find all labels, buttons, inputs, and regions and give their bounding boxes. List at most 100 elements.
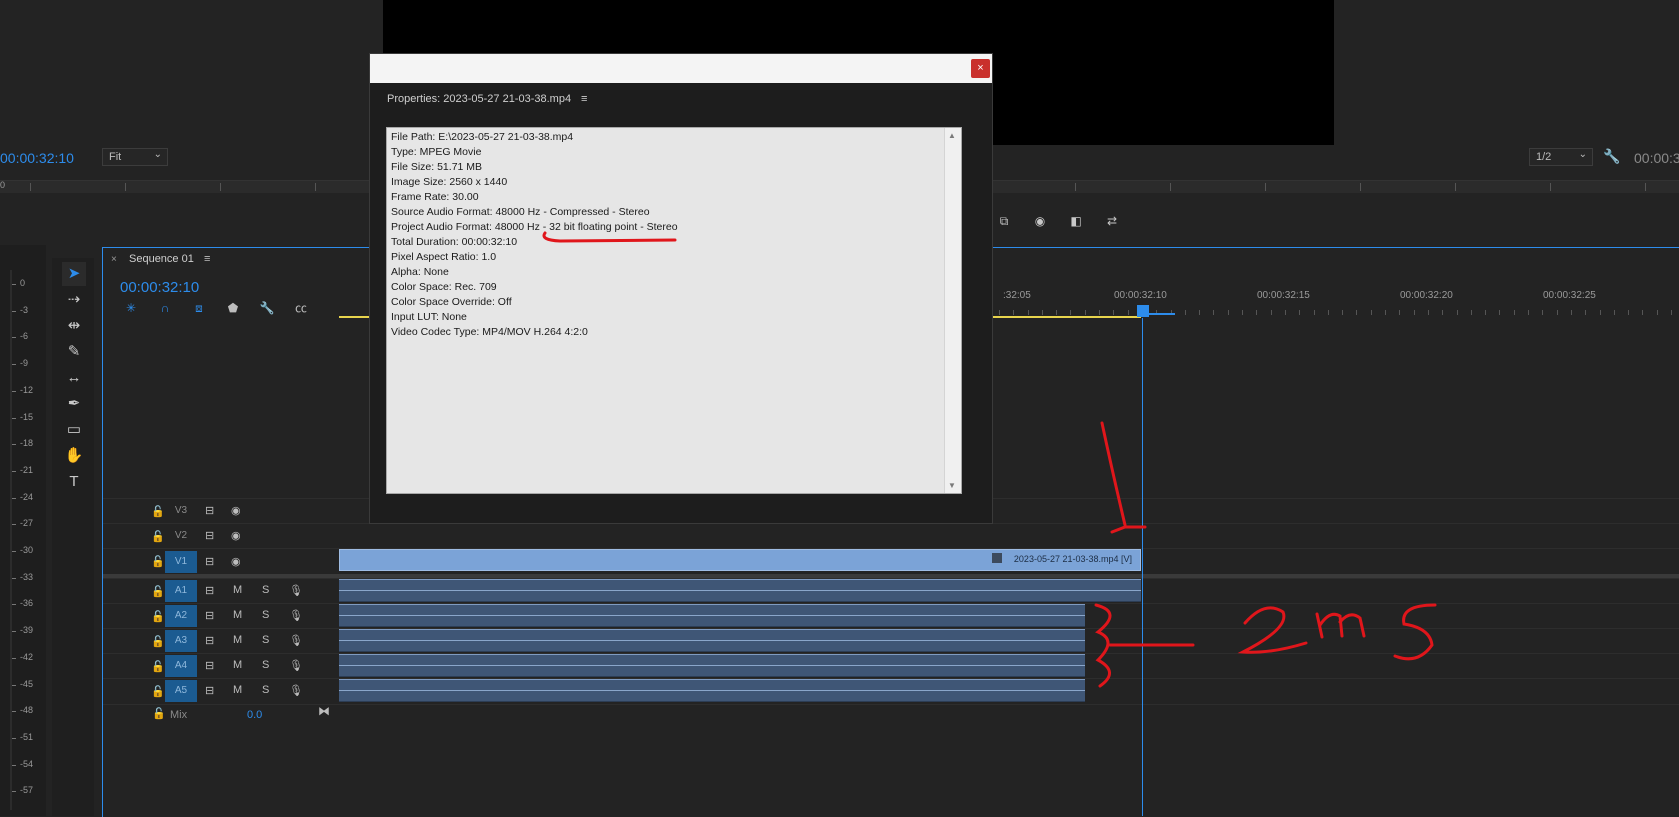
playhead-line[interactable] — [1142, 318, 1143, 816]
zoom-select[interactable]: Fit ⌄ — [102, 148, 168, 166]
playhead-handle[interactable] — [1137, 305, 1149, 317]
sync-lock-icon[interactable]: ⊟ — [205, 609, 214, 622]
properties-text-box[interactable]: File Path: E:\2023-05-27 21-03-38.mp4 Typ… — [386, 127, 962, 494]
track-select-tool-icon[interactable]: ⇢ — [62, 288, 86, 312]
sync-lock-icon[interactable]: ⊟ — [205, 684, 214, 697]
track-name-v2[interactable]: V2 — [165, 525, 197, 547]
meter-tick — [12, 791, 16, 793]
track-name-v1[interactable]: V1 — [165, 551, 197, 573]
track-name-v3[interactable]: V3 — [165, 500, 197, 522]
comparison-view-icon[interactable]: ◧ — [1067, 213, 1085, 229]
sync-lock-icon[interactable]: ⊟ — [205, 504, 214, 517]
scroll-down-icon[interactable]: ▼ — [948, 481, 956, 490]
mute-button[interactable]: M — [233, 584, 242, 596]
video-clip[interactable]: 2023-05-27 21-03-38.mp4 [V] — [339, 549, 1141, 571]
marker-icon[interactable]: ⬟ — [224, 300, 242, 316]
microphone-icon[interactable]: 🎙 — [289, 684, 303, 697]
sequence-timecode[interactable]: 00:00:32:10 — [120, 279, 199, 296]
track-name-a2[interactable]: A2 — [165, 605, 197, 627]
meter-label: -18 — [20, 438, 34, 449]
snap-magnet-icon[interactable]: ∩ — [156, 300, 174, 316]
solo-button[interactable]: S — [262, 634, 269, 646]
sequence-tab-title[interactable]: Sequence 01 — [129, 253, 194, 265]
ruler-label: 00:00:32:10 — [1114, 290, 1167, 301]
solo-button[interactable]: S — [262, 684, 269, 696]
audio-clip-a3[interactable] — [339, 629, 1085, 652]
settings-wrench-icon[interactable]: 🔧 — [1603, 148, 1620, 165]
sync-lock-icon[interactable]: ⊟ — [205, 659, 214, 672]
mix-value[interactable]: 0.0 — [247, 709, 262, 721]
slip-tool-icon[interactable]: ↔ — [62, 366, 86, 390]
scrollbar[interactable]: ▲ ▼ — [944, 128, 961, 493]
sync-lock-icon[interactable]: ⊟ — [205, 634, 214, 647]
mute-button[interactable]: M — [233, 634, 242, 646]
rectangle-tool-icon[interactable]: ▭ — [62, 418, 86, 442]
selection-tool-icon[interactable]: ➤ — [62, 262, 86, 286]
lock-icon[interactable]: 🔓 — [151, 530, 165, 543]
mute-button[interactable]: M — [233, 659, 242, 671]
ripple-edit-tool-icon[interactable]: ⇹ — [62, 314, 86, 338]
microphone-icon[interactable]: 🎙 — [289, 659, 303, 672]
lock-icon[interactable]: 🔓 — [151, 610, 165, 623]
scroll-up-icon[interactable]: ▲ — [948, 131, 956, 140]
solo-button[interactable]: S — [262, 659, 269, 671]
lock-icon[interactable]: 🔓 — [151, 660, 165, 673]
sync-lock-icon[interactable]: ⊟ — [205, 555, 214, 568]
ruler-tick — [1645, 183, 1646, 191]
eye-icon[interactable]: ◉ — [231, 555, 241, 568]
captions-icon[interactable]: ㏄ — [292, 300, 310, 316]
mix-toggle-icon[interactable]: ⧓ — [318, 704, 330, 718]
track-name-a4[interactable]: A4 — [165, 655, 197, 677]
audio-clip-a2[interactable] — [339, 604, 1085, 627]
lock-icon[interactable]: 🔓 — [151, 585, 165, 598]
microphone-icon[interactable]: 🎙 — [289, 584, 303, 597]
ruler-tick — [1170, 183, 1171, 191]
panel-menu-icon[interactable]: ≡ — [581, 93, 587, 105]
insert-icon[interactable]: ⧉ — [995, 213, 1013, 229]
pen-tool-icon[interactable]: ✒ — [62, 392, 86, 416]
lock-icon[interactable]: 🔓 — [151, 555, 165, 568]
waveform — [339, 615, 1085, 616]
linked-selection-icon[interactable]: ⧈ — [190, 300, 208, 316]
close-icon[interactable]: × — [111, 254, 117, 265]
track-name-a5[interactable]: A5 — [165, 680, 197, 702]
sync-lock-icon[interactable]: ⊟ — [205, 584, 214, 597]
panel-menu-icon[interactable]: ≡ — [204, 253, 210, 265]
audio-clip-a5[interactable] — [339, 679, 1085, 702]
property-line: Pixel Aspect Ratio: 1.0 — [391, 251, 497, 263]
close-button[interactable]: × — [971, 59, 990, 78]
dialog-titlebar[interactable]: × — [370, 54, 992, 83]
resolution-select[interactable]: 1/2 ⌄ — [1529, 148, 1593, 166]
playhead-timecode[interactable]: 00:00:32:10 — [0, 150, 74, 166]
resolution-select-label: 1/2 — [1536, 151, 1552, 163]
mute-button[interactable]: M — [233, 609, 242, 621]
eye-icon[interactable]: ◉ — [231, 529, 241, 542]
eye-icon[interactable]: ◉ — [231, 504, 241, 517]
audio-clip-a1[interactable] — [339, 579, 1141, 602]
ruler-tick — [1671, 310, 1672, 315]
mute-button[interactable]: M — [233, 684, 242, 696]
track-name-a1[interactable]: A1 — [165, 580, 197, 602]
lock-icon[interactable]: 🔓 — [152, 707, 166, 720]
camera-icon[interactable]: ◉ — [1031, 213, 1049, 229]
wrench-icon[interactable]: 🔧 — [258, 300, 276, 316]
type-tool-icon[interactable]: T — [62, 470, 86, 494]
meter-tick — [12, 657, 16, 659]
sync-lock-icon[interactable]: ⊟ — [205, 529, 214, 542]
track-name-a3[interactable]: A3 — [165, 630, 197, 652]
swap-icon[interactable]: ⇄ — [1103, 213, 1121, 229]
razor-tool-icon[interactable]: ✎ — [62, 340, 86, 364]
nest-icon[interactable]: ✳ — [122, 300, 140, 316]
property-line: Alpha: None — [391, 266, 449, 278]
waveform — [339, 640, 1085, 641]
hand-tool-icon[interactable]: ✋ — [62, 444, 86, 468]
lock-icon[interactable]: 🔓 — [151, 635, 165, 648]
solo-button[interactable]: S — [262, 584, 269, 596]
meter-label: -57 — [20, 785, 34, 796]
lock-icon[interactable]: 🔓 — [151, 685, 165, 698]
microphone-icon[interactable]: 🎙 — [289, 609, 303, 622]
lock-icon[interactable]: 🔓 — [151, 505, 165, 518]
microphone-icon[interactable]: 🎙 — [289, 634, 303, 647]
audio-clip-a4[interactable] — [339, 654, 1085, 677]
solo-button[interactable]: S — [262, 609, 269, 621]
